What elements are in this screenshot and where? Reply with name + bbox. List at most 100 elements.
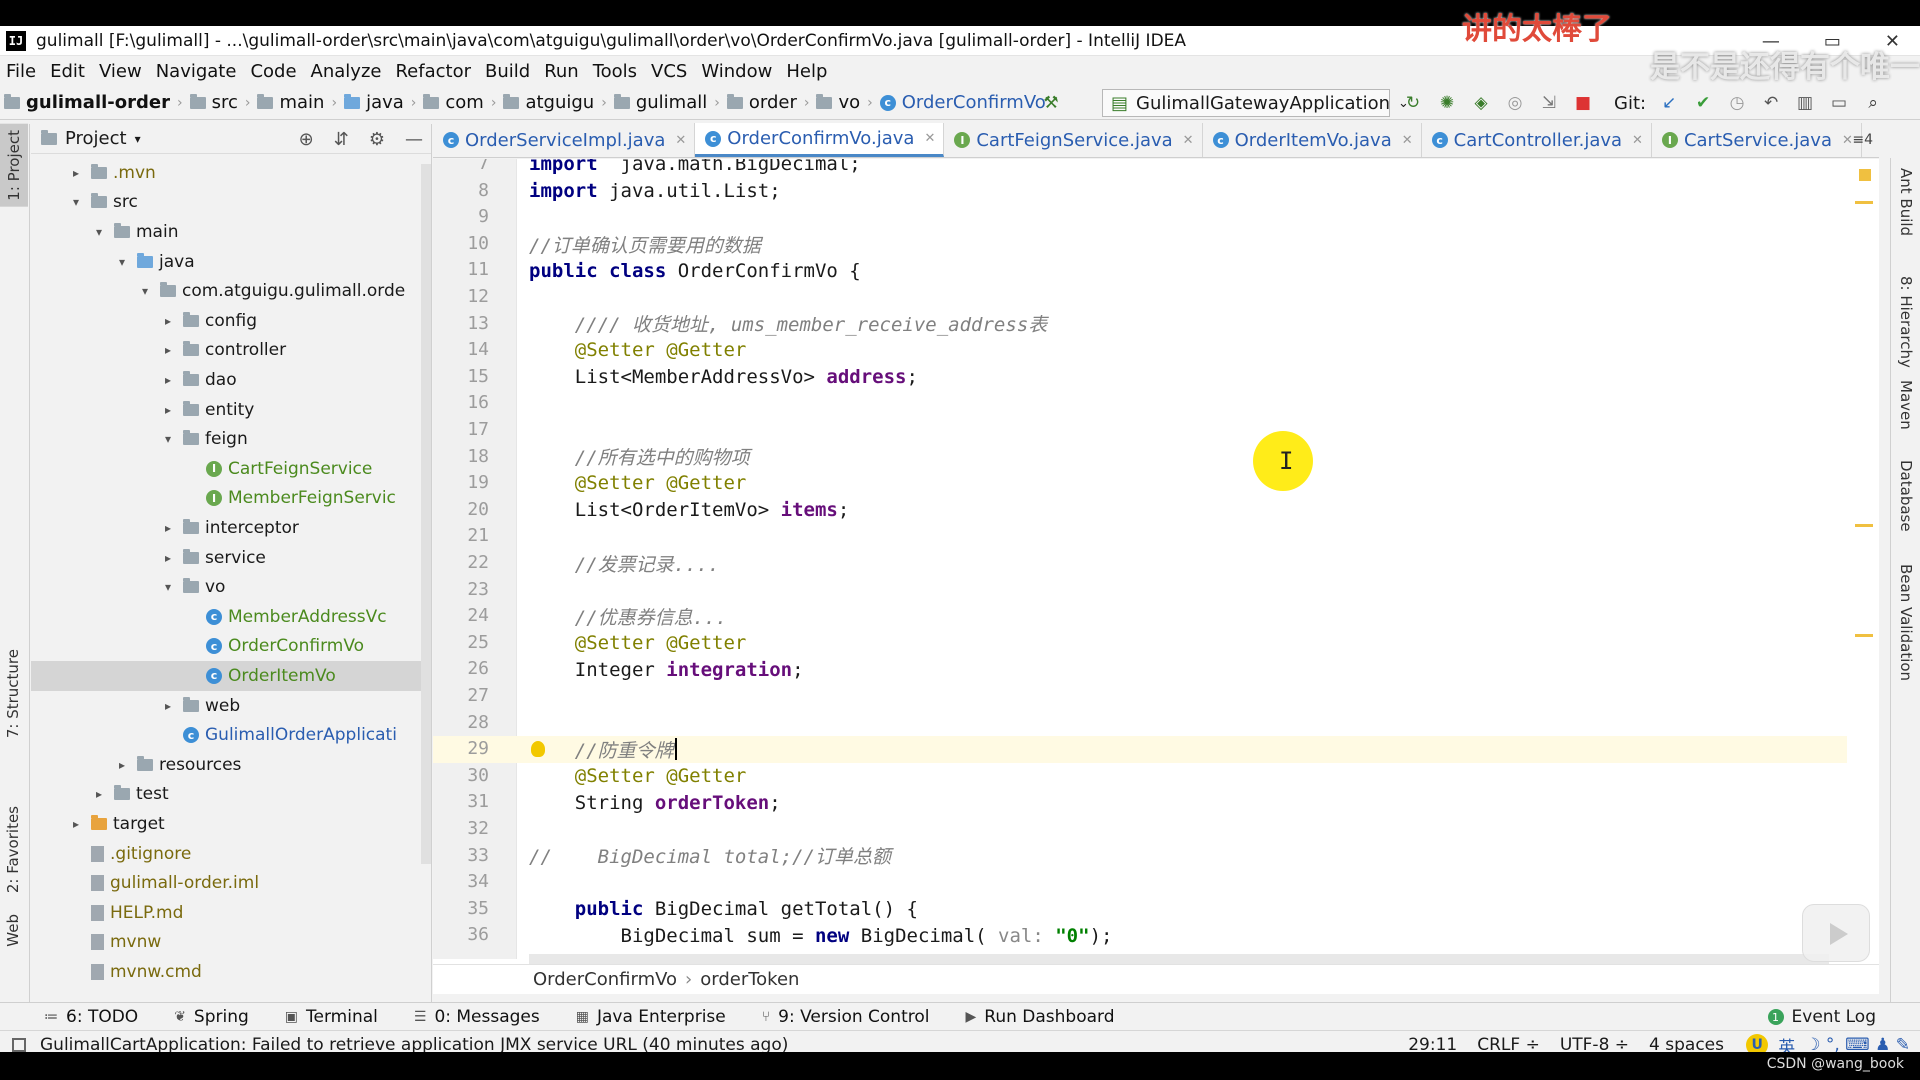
code-line[interactable]: @Setter @Getter xyxy=(529,470,747,497)
tab-hierarchy[interactable]: 8: Hierarchy xyxy=(1897,276,1915,368)
code-line[interactable]: //优惠券信息... xyxy=(529,603,727,630)
gear-icon[interactable]: ⚙ xyxy=(369,129,385,150)
stop-icon[interactable]: ■ xyxy=(1572,92,1594,114)
project-scrollbar[interactable] xyxy=(421,164,431,864)
chevron-right-icon[interactable]: ▸ xyxy=(161,403,175,417)
crumb-module[interactable]: gulimall-order xyxy=(4,92,170,113)
code-line[interactable]: import java.util.List; xyxy=(529,178,781,205)
close-icon[interactable]: ✕ xyxy=(1183,133,1194,148)
tree-item[interactable]: .gitignore xyxy=(31,839,431,869)
tree-item[interactable]: ▸ controller xyxy=(31,336,431,366)
chevron-down-icon[interactable]: ▾ xyxy=(138,284,152,298)
chevron-down-icon[interactable]: ▾ xyxy=(92,225,106,239)
tree-item[interactable]: c MemberAddressVc xyxy=(31,602,431,632)
tree-item[interactable]: c OrderItemVo xyxy=(31,661,431,691)
chevron-down-icon[interactable]: ▾ xyxy=(69,195,83,209)
code-line[interactable]: @Setter @Getter xyxy=(529,630,747,657)
crumb-atguigu[interactable]: atguigu xyxy=(503,92,594,113)
tree-item[interactable]: I CartFeignService xyxy=(31,454,431,484)
code-line[interactable]: List<MemberAddressVo> address; xyxy=(529,364,918,391)
status-message[interactable]: GulimallCartApplication: Failed to retri… xyxy=(40,1035,788,1053)
tool-window-button[interactable]: ▣ Terminal xyxy=(285,1007,378,1027)
chevron-right-icon[interactable]: ▸ xyxy=(115,758,129,772)
tab-ant-build[interactable]: Ant Build xyxy=(1897,168,1915,236)
breadcrumb-field[interactable]: orderToken xyxy=(700,969,799,990)
editor-tab[interactable]: c OrderServiceImpl.java ✕ xyxy=(433,123,696,157)
tab-database[interactable]: Database xyxy=(1897,460,1915,532)
ime-language[interactable]: 英 xyxy=(1778,1033,1795,1053)
tab-bean-validation[interactable]: Bean Validation xyxy=(1897,564,1915,681)
crumb-src[interactable]: src xyxy=(189,92,238,113)
code-line[interactable]: List<OrderItemVo> items; xyxy=(529,497,850,524)
close-icon[interactable]: ✕ xyxy=(1842,133,1853,148)
chevron-right-icon[interactable]: ▸ xyxy=(69,817,83,831)
editor-horizontal-scrollbar[interactable] xyxy=(529,954,1829,964)
tool-window-button[interactable]: ▶ Run Dashboard xyxy=(965,1007,1114,1027)
debug-icon[interactable]: ✺ xyxy=(1436,92,1458,114)
editor-tab[interactable]: c OrderItemVo.java ✕ xyxy=(1203,123,1422,157)
chevron-down-icon[interactable]: ▾ xyxy=(161,580,175,594)
menu-build[interactable]: Build xyxy=(485,61,530,82)
tree-item[interactable]: ▸ test xyxy=(31,780,431,810)
tree-item[interactable]: ▸ .mvn xyxy=(31,158,431,188)
indent-setting[interactable]: 4 spaces xyxy=(1649,1035,1724,1052)
git-commit-icon[interactable]: ✔ xyxy=(1692,92,1714,114)
menu-tools[interactable]: Tools xyxy=(593,61,637,82)
rerun-icon[interactable]: ↻ xyxy=(1402,92,1424,114)
code-line[interactable]: import java.math.BigDecimal; xyxy=(529,159,861,178)
warning-marker[interactable] xyxy=(1855,524,1873,527)
editor-tab[interactable]: c OrderConfirmVo.java ✕ xyxy=(695,123,945,157)
code-line[interactable]: @Setter @Getter xyxy=(529,337,747,364)
tree-item[interactable]: ▸ dao xyxy=(31,365,431,395)
crumb-class[interactable]: c OrderConfirmVo xyxy=(879,92,1046,113)
editor-tab[interactable]: I CartService.java ✕ xyxy=(1652,123,1862,157)
attach-debugger-icon[interactable]: ⇲ xyxy=(1538,92,1560,114)
tree-item[interactable]: ▾ feign xyxy=(31,424,431,454)
ime-logo-icon[interactable]: U xyxy=(1746,1034,1769,1052)
layout-icon[interactable]: ▭ xyxy=(1828,92,1850,114)
tab-structure-tool[interactable]: 7: Structure xyxy=(4,649,22,738)
close-icon[interactable]: ✕ xyxy=(1402,133,1413,148)
editor-tab[interactable]: I CartFeignService.java ✕ xyxy=(944,123,1203,157)
code-editor[interactable]: 7 import java.math.BigDecimal; 8 import jav… xyxy=(433,159,1879,964)
menu-help[interactable]: Help xyxy=(786,61,827,82)
tree-item[interactable]: I MemberFeignServic xyxy=(31,484,431,514)
run-coverage-icon[interactable]: ◈ xyxy=(1470,92,1492,114)
toggle-tool-windows-icon[interactable] xyxy=(12,1037,26,1052)
crumb-com[interactable]: com xyxy=(423,92,484,113)
caret-position[interactable]: 29:11 xyxy=(1408,1035,1457,1052)
collapse-all-icon[interactable]: ⇵ xyxy=(334,129,349,150)
chevron-right-icon[interactable]: ▸ xyxy=(161,521,175,535)
tree-item[interactable]: ▾ main xyxy=(31,217,431,247)
tree-item[interactable]: ▸ service xyxy=(31,543,431,573)
tab-web-tool[interactable]: Web xyxy=(4,914,22,947)
chevron-right-icon[interactable]: ▸ xyxy=(69,166,83,180)
tool-window-button[interactable]: ≔ 6: TODO xyxy=(44,1007,138,1027)
project-structure-icon[interactable]: ▥ xyxy=(1794,92,1816,114)
git-update-icon[interactable]: ↙ xyxy=(1658,92,1680,114)
menu-analyze[interactable]: Analyze xyxy=(311,61,382,82)
search-icon[interactable]: ⌕ xyxy=(1862,92,1884,114)
warning-status-icon[interactable] xyxy=(1859,169,1871,181)
chevron-down-icon[interactable]: ▾ xyxy=(115,255,129,269)
event-log-button[interactable]: 1 Event Log xyxy=(1767,1003,1876,1031)
chevron-down-icon[interactable]: ▾ xyxy=(161,432,175,446)
close-icon[interactable]: ✕ xyxy=(675,133,686,148)
tree-item[interactable]: mvnw.cmd xyxy=(31,957,431,987)
profile-icon[interactable]: ◎ xyxy=(1504,92,1526,114)
menu-refactor[interactable]: Refactor xyxy=(395,61,471,82)
code-line[interactable]: @Setter @Getter xyxy=(529,763,747,790)
chevron-right-icon[interactable]: ▸ xyxy=(161,343,175,357)
tree-item[interactable]: ▾ com.atguigu.gulimall.orde xyxy=(31,276,431,306)
close-icon[interactable]: ✕ xyxy=(1632,133,1643,148)
code-line[interactable]: //所有选中的购物项 xyxy=(529,444,750,471)
tree-item[interactable]: ▸ entity xyxy=(31,395,431,425)
code-line[interactable]: // BigDecimal total;//订单总额 xyxy=(529,843,891,870)
file-encoding[interactable]: UTF-8 ÷ xyxy=(1560,1035,1629,1052)
menu-view[interactable]: View xyxy=(99,61,142,82)
menu-code[interactable]: Code xyxy=(250,61,296,82)
code-line[interactable]: Integer integration; xyxy=(529,656,804,683)
tree-item[interactable]: ▾ src xyxy=(31,188,431,218)
code-line[interactable]: BigDecimal sum = new BigDecimal( val: "0… xyxy=(529,922,1113,949)
chevron-down-icon[interactable]: ▾ xyxy=(135,132,141,146)
